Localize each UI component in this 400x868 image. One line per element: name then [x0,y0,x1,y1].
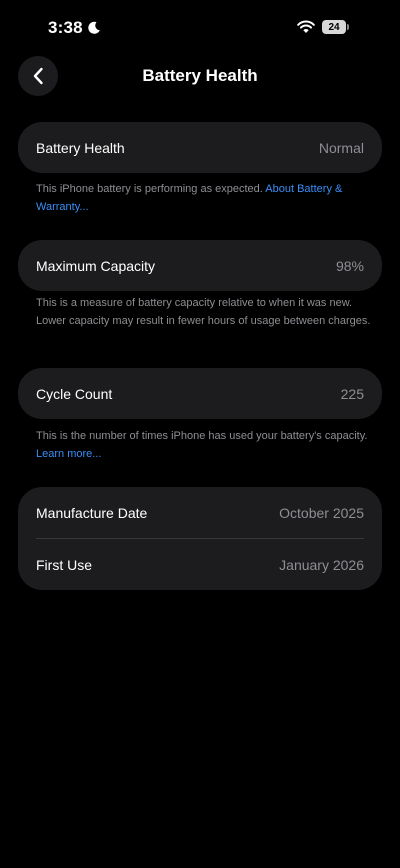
status-time-group: 3:38 [48,18,101,38]
battery-level: 24 [322,20,346,34]
maximum-capacity-row: Maximum Capacity 98% [18,240,382,291]
maximum-capacity-label: Maximum Capacity [36,257,156,274]
maximum-capacity-card: Maximum Capacity 98% [18,240,382,291]
cycle-count-label: Cycle Count [36,385,113,402]
page-title: Battery Health [142,66,258,85]
first-use-label: First Use [36,556,92,573]
battery-cap [347,24,349,30]
cycle-count-value: 225 [340,385,364,402]
moon-icon [88,21,100,34]
cycle-count-note: This is the number of times iPhone has u… [36,427,376,463]
battery-health-label: Battery Health [36,139,125,156]
cycle-count-note-text: This is the number of times iPhone has u… [36,430,368,442]
maximum-capacity-value: 98% [335,257,364,274]
manufacture-date-row: Manufacture Date October 2025 [18,487,382,538]
battery-health-row: Battery Health Normal [18,122,382,173]
status-bar: 3:38 24 [0,0,400,56]
battery-health-note-text: This iPhone battery is performing as exp… [36,183,266,195]
manufacture-date-value: October 2025 [279,504,364,521]
status-time: 3:38 [48,18,83,37]
battery-health-card: Battery Health Normal [18,122,382,173]
cycle-count-card: Cycle Count 225 [18,368,382,419]
dates-card: Manufacture Date October 2025 First Use … [18,487,382,590]
manufacture-date-label: Manufacture Date [36,504,148,521]
cycle-count-row: Cycle Count 225 [18,368,382,419]
battery-health-note: This iPhone battery is performing as exp… [36,180,376,216]
learn-more-link[interactable]: Learn more... [36,448,101,460]
battery-icon: 24 [322,20,350,34]
first-use-value: January 2026 [279,556,364,573]
wifi-icon [297,20,315,33]
status-indicators: 24 [297,20,350,34]
first-use-row: First Use January 2026 [18,539,382,590]
maximum-capacity-note: This is a measure of battery capacity re… [36,297,371,327]
battery-health-value: Normal [318,139,364,156]
